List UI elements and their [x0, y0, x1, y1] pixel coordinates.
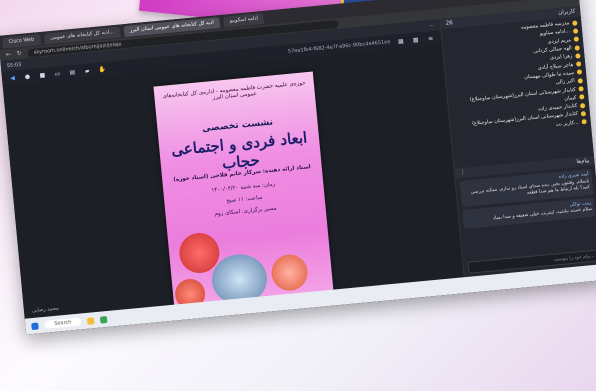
- chat-menu-icon[interactable]: ⋮: [460, 170, 466, 176]
- user-name: کاربر نت...: [555, 119, 579, 128]
- user-icon: [572, 28, 579, 34]
- next-icon[interactable]: ▶: [127, 324, 142, 335]
- zoom-in-icon[interactable]: +: [157, 322, 172, 335]
- user-icon: [575, 61, 582, 67]
- chat-panel: ⋮ پیام‌ها آمنه عنبری زاده باسلام. وقتتون…: [454, 155, 596, 277]
- session-timer: 55:03: [6, 61, 22, 69]
- camera-icon[interactable]: ■: [37, 70, 47, 80]
- users-title: کاربران: [557, 8, 576, 17]
- presentation-slide: حوزه‌ی علمیه حضرت فاطمه معصومه - اداره‌ی…: [153, 71, 335, 314]
- user-icon: [576, 69, 583, 76]
- browser-icon[interactable]: [100, 315, 108, 324]
- grid-icon[interactable]: ▩: [411, 35, 421, 45]
- taskbar-search[interactable]: Search: [44, 317, 82, 329]
- mic-icon[interactable]: ●: [23, 72, 33, 82]
- user-icon: [573, 36, 580, 43]
- poster-text: ☆ ☆ ☆: [200, 0, 231, 2]
- whiteboard-icon[interactable]: ▤: [67, 67, 77, 77]
- presentation-pane: 55:03 ⋯ ◀ ● ■ ▭ ▤ ▰ ✋ 57ea1fb4-f682-4e7f…: [0, 19, 464, 335]
- user-icon: [579, 94, 585, 100]
- user-icon: [580, 110, 587, 117]
- folder-icon[interactable]: ▰: [82, 66, 92, 76]
- laptop-screen: Cisco Web ادبه کل کتابخانه های عمومی... …: [0, 0, 596, 335]
- user-icon: [577, 77, 584, 84]
- users-list: مدرسه فاطمه معصومه ادامه ستاویو... مریم …: [441, 16, 591, 141]
- users-count: 26: [445, 20, 454, 27]
- active-speaker: محمد رضایی: [31, 305, 59, 315]
- hand-icon[interactable]: ✋: [97, 64, 107, 74]
- folder-icon[interactable]: [87, 316, 95, 325]
- close-icon[interactable]: ✕: [98, 327, 112, 335]
- menu-icon[interactable]: ≡: [426, 33, 436, 43]
- user-icon: [575, 53, 581, 59]
- zoom-out-icon[interactable]: −: [142, 323, 157, 335]
- user-icon: [574, 44, 580, 51]
- sidebar: 26 کاربران مدرسه فاطمه معصومه ادامه ستاو…: [439, 6, 596, 278]
- users-panel: 26 کاربران مدرسه فاطمه معصومه ادامه ستاو…: [440, 6, 593, 169]
- fullscreen-icon[interactable]: ⛶: [172, 320, 187, 333]
- screen-share-icon[interactable]: ▭: [52, 69, 62, 79]
- window-controls-icon[interactable]: ⋯: [429, 22, 435, 28]
- user-name: کیمان: [564, 94, 577, 102]
- start-icon[interactable]: [31, 321, 39, 330]
- back-icon[interactable]: ←: [5, 51, 11, 58]
- flower-decoration: [269, 252, 310, 293]
- user-icon: [572, 20, 578, 26]
- layout-icon[interactable]: ▦: [396, 36, 406, 46]
- reload-icon[interactable]: ↻: [16, 50, 22, 57]
- meeting-app: 55:03 ⋯ ◀ ● ■ ▭ ▤ ▰ ✋ 57ea1fb4-f682-4e7f…: [0, 6, 596, 335]
- chat-title: پیام‌ها: [576, 157, 590, 166]
- user-icon: [581, 119, 587, 125]
- user-icon: [578, 86, 584, 92]
- slide-org-line: حوزه‌ی علمیه حضرت فاطمه معصومه - اداره‌ی…: [162, 80, 306, 102]
- user-icon: [579, 102, 586, 109]
- prev-icon[interactable]: ◀: [112, 326, 127, 335]
- speaker-icon[interactable]: ◀: [8, 73, 18, 83]
